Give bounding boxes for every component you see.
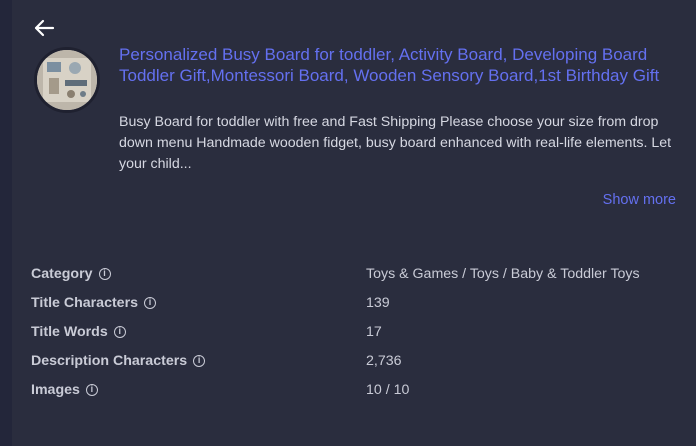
spec-value: 2,736 <box>366 352 402 369</box>
spec-value: Toys & Games / Toys / Baby & Toddler Toy… <box>366 265 640 282</box>
side-strip <box>0 0 12 446</box>
spec-label: Category <box>31 265 93 282</box>
spec-row-images: Images i 10 / 10 <box>31 375 681 404</box>
show-more-link[interactable]: Show more <box>603 192 676 208</box>
arrow-left-icon <box>34 19 55 37</box>
info-icon[interactable]: i <box>193 354 206 367</box>
product-thumbnail[interactable] <box>34 47 100 113</box>
info-icon[interactable]: i <box>113 325 126 338</box>
listing-detail-panel: Personalized Busy Board for toddler, Act… <box>12 0 696 446</box>
spec-value: 139 <box>366 294 390 311</box>
info-icon[interactable]: i <box>98 267 111 280</box>
busy-board-image <box>37 50 97 110</box>
spec-row-title-words: Title Words i 17 <box>31 317 681 346</box>
product-description: Busy Board for toddler with free and Fas… <box>119 114 672 172</box>
spec-value: 10 / 10 <box>366 381 410 398</box>
spec-label: Title Characters <box>31 294 138 311</box>
spec-label: Description Characters <box>31 352 188 369</box>
product-title[interactable]: Personalized Busy Board for toddler, Act… <box>119 44 679 86</box>
info-icon[interactable]: i <box>143 296 156 309</box>
back-button[interactable] <box>32 16 56 40</box>
info-icon[interactable]: i <box>85 383 98 396</box>
spec-row-category: Category i Toys & Games / Toys / Baby & … <box>31 259 681 288</box>
spec-row-description-characters: Description Characters i 2,736 <box>31 346 681 375</box>
spec-label: Title Words <box>31 323 108 340</box>
spec-label: Images <box>31 381 80 398</box>
specs-table: Category i Toys & Games / Toys / Baby & … <box>31 259 681 404</box>
spec-value: 17 <box>366 323 382 340</box>
spec-row-title-characters: Title Characters i 139 <box>31 288 681 317</box>
